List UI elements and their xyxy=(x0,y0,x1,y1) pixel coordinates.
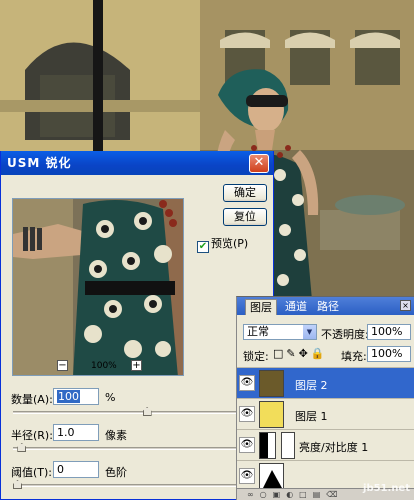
eye-icon[interactable]: 👁 xyxy=(239,468,255,484)
radius-slider-thumb[interactable] xyxy=(17,443,27,452)
opacity-field[interactable]: 100% xyxy=(367,324,411,340)
layer-thumbnail xyxy=(259,370,284,397)
layer-row-1[interactable]: 👁 图层 1 xyxy=(237,398,414,429)
tab-paths[interactable]: 路径 xyxy=(313,299,343,315)
fill-field[interactable]: 100% xyxy=(367,346,411,362)
tab-channels[interactable]: 通道 xyxy=(281,299,311,315)
threshold-slider[interactable] xyxy=(13,480,238,489)
layer-mask-thumbnail xyxy=(281,432,295,459)
preview-checkbox-row[interactable]: ✔ 预览(P) xyxy=(197,237,249,253)
preview-label: 预览(P) xyxy=(211,237,249,250)
zoom-in-button[interactable]: + xyxy=(131,360,142,371)
layer-name: 图层 1 xyxy=(295,410,328,423)
chevron-down-icon: ▼ xyxy=(303,325,316,339)
threshold-unit: 色阶 xyxy=(105,466,127,479)
radius-slider[interactable] xyxy=(13,443,238,452)
preview-checkbox[interactable]: ✔ xyxy=(197,241,209,253)
blend-mode-value: 正常 xyxy=(247,325,269,338)
layer-row-2[interactable]: 👁 图层 2 xyxy=(237,367,414,398)
threshold-label: 阈值(T): xyxy=(11,466,53,479)
preview-window[interactable] xyxy=(12,198,184,376)
opacity-value: 100% xyxy=(371,325,403,338)
threshold-field[interactable]: 0 xyxy=(53,461,99,478)
adjustment-icon xyxy=(259,432,276,459)
preview-image xyxy=(13,199,183,375)
panel-close-icon[interactable]: × xyxy=(400,300,411,311)
layer-thumbnail xyxy=(259,463,284,490)
amount-slider-thumb[interactable] xyxy=(142,407,152,416)
opacity-label: 不透明度: xyxy=(321,328,369,341)
amount-label: 数量(A): xyxy=(11,393,53,406)
dialog-title: USM 锐化 xyxy=(1,151,273,175)
fill-value: 100% xyxy=(371,347,403,360)
eye-icon[interactable]: 👁 xyxy=(239,406,255,422)
lock-icons[interactable]: □✎✥🔒 xyxy=(273,347,328,360)
radius-field[interactable]: 1.0 xyxy=(53,424,99,441)
usm-sharpen-dialog: USM 锐化 ✕ 确定 复位 ✔ 预览(P) − 100% + 数量(A): 10… xyxy=(0,151,274,500)
radius-unit: 像素 xyxy=(105,429,127,442)
watermark-text: jb51.net xyxy=(363,483,410,494)
zoom-out-button[interactable]: − xyxy=(57,360,68,371)
layer-thumbnail xyxy=(259,401,284,428)
tab-layers[interactable]: 图层 xyxy=(245,299,277,315)
lock-label: 锁定: xyxy=(243,350,269,363)
layer-row-brightness[interactable]: 👁 亮度/对比度 1 xyxy=(237,429,414,460)
layer-name: 图层 2 xyxy=(295,379,328,392)
ok-button[interactable]: 确定 xyxy=(223,184,267,202)
amount-field[interactable]: 100 xyxy=(53,388,99,405)
panel-tab-bar: 图层 通道 路径 × xyxy=(237,297,414,315)
amount-value: 100 xyxy=(57,390,80,403)
radius-label: 半径(R): xyxy=(11,429,53,442)
layers-panel: 图层 通道 路径 × 正常 ▼ 不透明度: 100% 锁定: □✎✥🔒 填充: … xyxy=(236,296,414,500)
fill-label: 填充: xyxy=(341,350,367,363)
amount-slider[interactable] xyxy=(13,407,238,416)
layer-name: 亮度/对比度 1 xyxy=(299,441,369,454)
close-button[interactable]: ✕ xyxy=(249,154,269,173)
eye-icon[interactable]: 👁 xyxy=(239,375,255,391)
threshold-slider-thumb[interactable] xyxy=(13,480,22,489)
reset-button[interactable]: 复位 xyxy=(223,208,267,226)
blend-mode-select[interactable]: 正常 ▼ xyxy=(243,324,317,340)
eye-icon[interactable]: 👁 xyxy=(239,437,255,453)
amount-unit: % xyxy=(105,391,116,404)
zoom-level: 100% xyxy=(91,361,117,371)
